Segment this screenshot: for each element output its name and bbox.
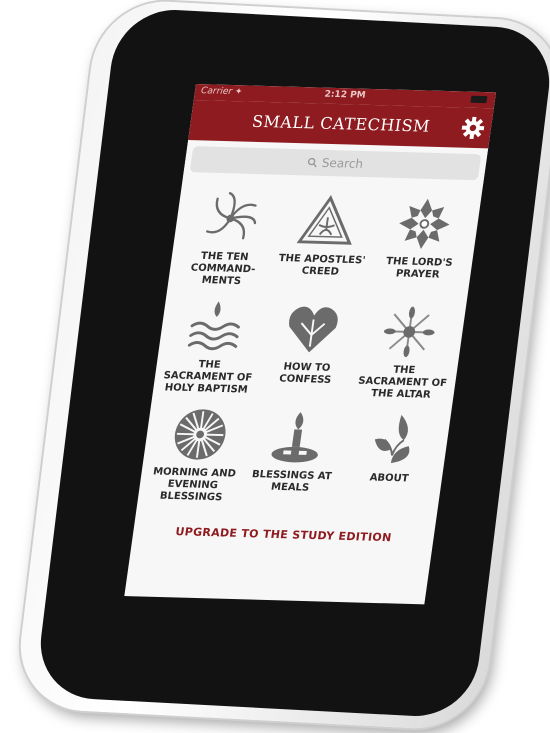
- tile-label: ABOUT: [368, 472, 410, 485]
- tile-label: BLESSINGS AT MEALS: [251, 469, 333, 494]
- search-input[interactable]: Search: [189, 146, 482, 181]
- search-icon: [308, 157, 318, 168]
- heart-icon: [289, 306, 338, 353]
- tile-holy-baptism[interactable]: THE SACRAMENT OF HOLY BAPTISM: [157, 296, 268, 397]
- tile-apostles-creed[interactable]: THE APOSTLES' CREED: [269, 191, 380, 292]
- tile-sacrament-altar[interactable]: THE SACRAMENT OF THE ALTAR: [351, 302, 462, 403]
- tile-label: HOW TO CONFESS: [278, 361, 332, 386]
- gear-icon[interactable]: [459, 116, 486, 141]
- candle-icon: [271, 412, 318, 463]
- tile-label: THE SACRAMENT OF HOLY BAPTISM: [162, 359, 253, 396]
- water-icon: [187, 301, 240, 351]
- menu-grid: THE TEN COMMAND- MENTS THE APOSTLES' CRE…: [137, 178, 482, 510]
- search-placeholder: Search: [320, 155, 365, 171]
- upgrade-link[interactable]: UPGRADE TO THE STUDY EDITION: [133, 524, 435, 545]
- app-title: SMALL CATECHISM: [250, 111, 432, 136]
- tile-ten-commandments[interactable]: THE TEN COMMAND- MENTS: [172, 188, 283, 289]
- tile-label: THE LORD'S PRAYER: [385, 255, 454, 281]
- nav-bar: SMALL CATECHISM: [188, 100, 494, 149]
- tile-lords-prayer[interactable]: THE LORD'S PRAYER: [366, 194, 477, 295]
- phone-device: Carrier ✦ 2:12 PM SMALL CATECHISM Search…: [0, 0, 550, 733]
- tile-label: THE TEN COMMAND- MENTS: [189, 250, 256, 288]
- sunburst-icon: [174, 409, 226, 460]
- tile-label: MORNING AND EVENING BLESSINGS: [152, 466, 237, 504]
- flame-icon: [375, 414, 410, 464]
- swirl-icon: [205, 192, 257, 240]
- triangle-icon: [296, 195, 352, 245]
- tile-blessings-at-meals[interactable]: BLESSINGS AT MEALS: [239, 407, 350, 508]
- wheat-icon: [384, 306, 435, 358]
- tile-how-to-confess[interactable]: HOW TO CONFESS: [254, 299, 365, 400]
- battery-icon: [470, 95, 488, 104]
- tile-label: THE APOSTLES' CREED: [277, 252, 367, 278]
- flower-icon: [399, 198, 450, 250]
- tile-about[interactable]: ABOUT: [336, 410, 447, 511]
- tile-label: THE SACRAMENT OF THE ALTAR: [357, 364, 448, 401]
- tile-morning-evening-blessings[interactable]: MORNING AND EVENING BLESSINGS: [141, 404, 252, 505]
